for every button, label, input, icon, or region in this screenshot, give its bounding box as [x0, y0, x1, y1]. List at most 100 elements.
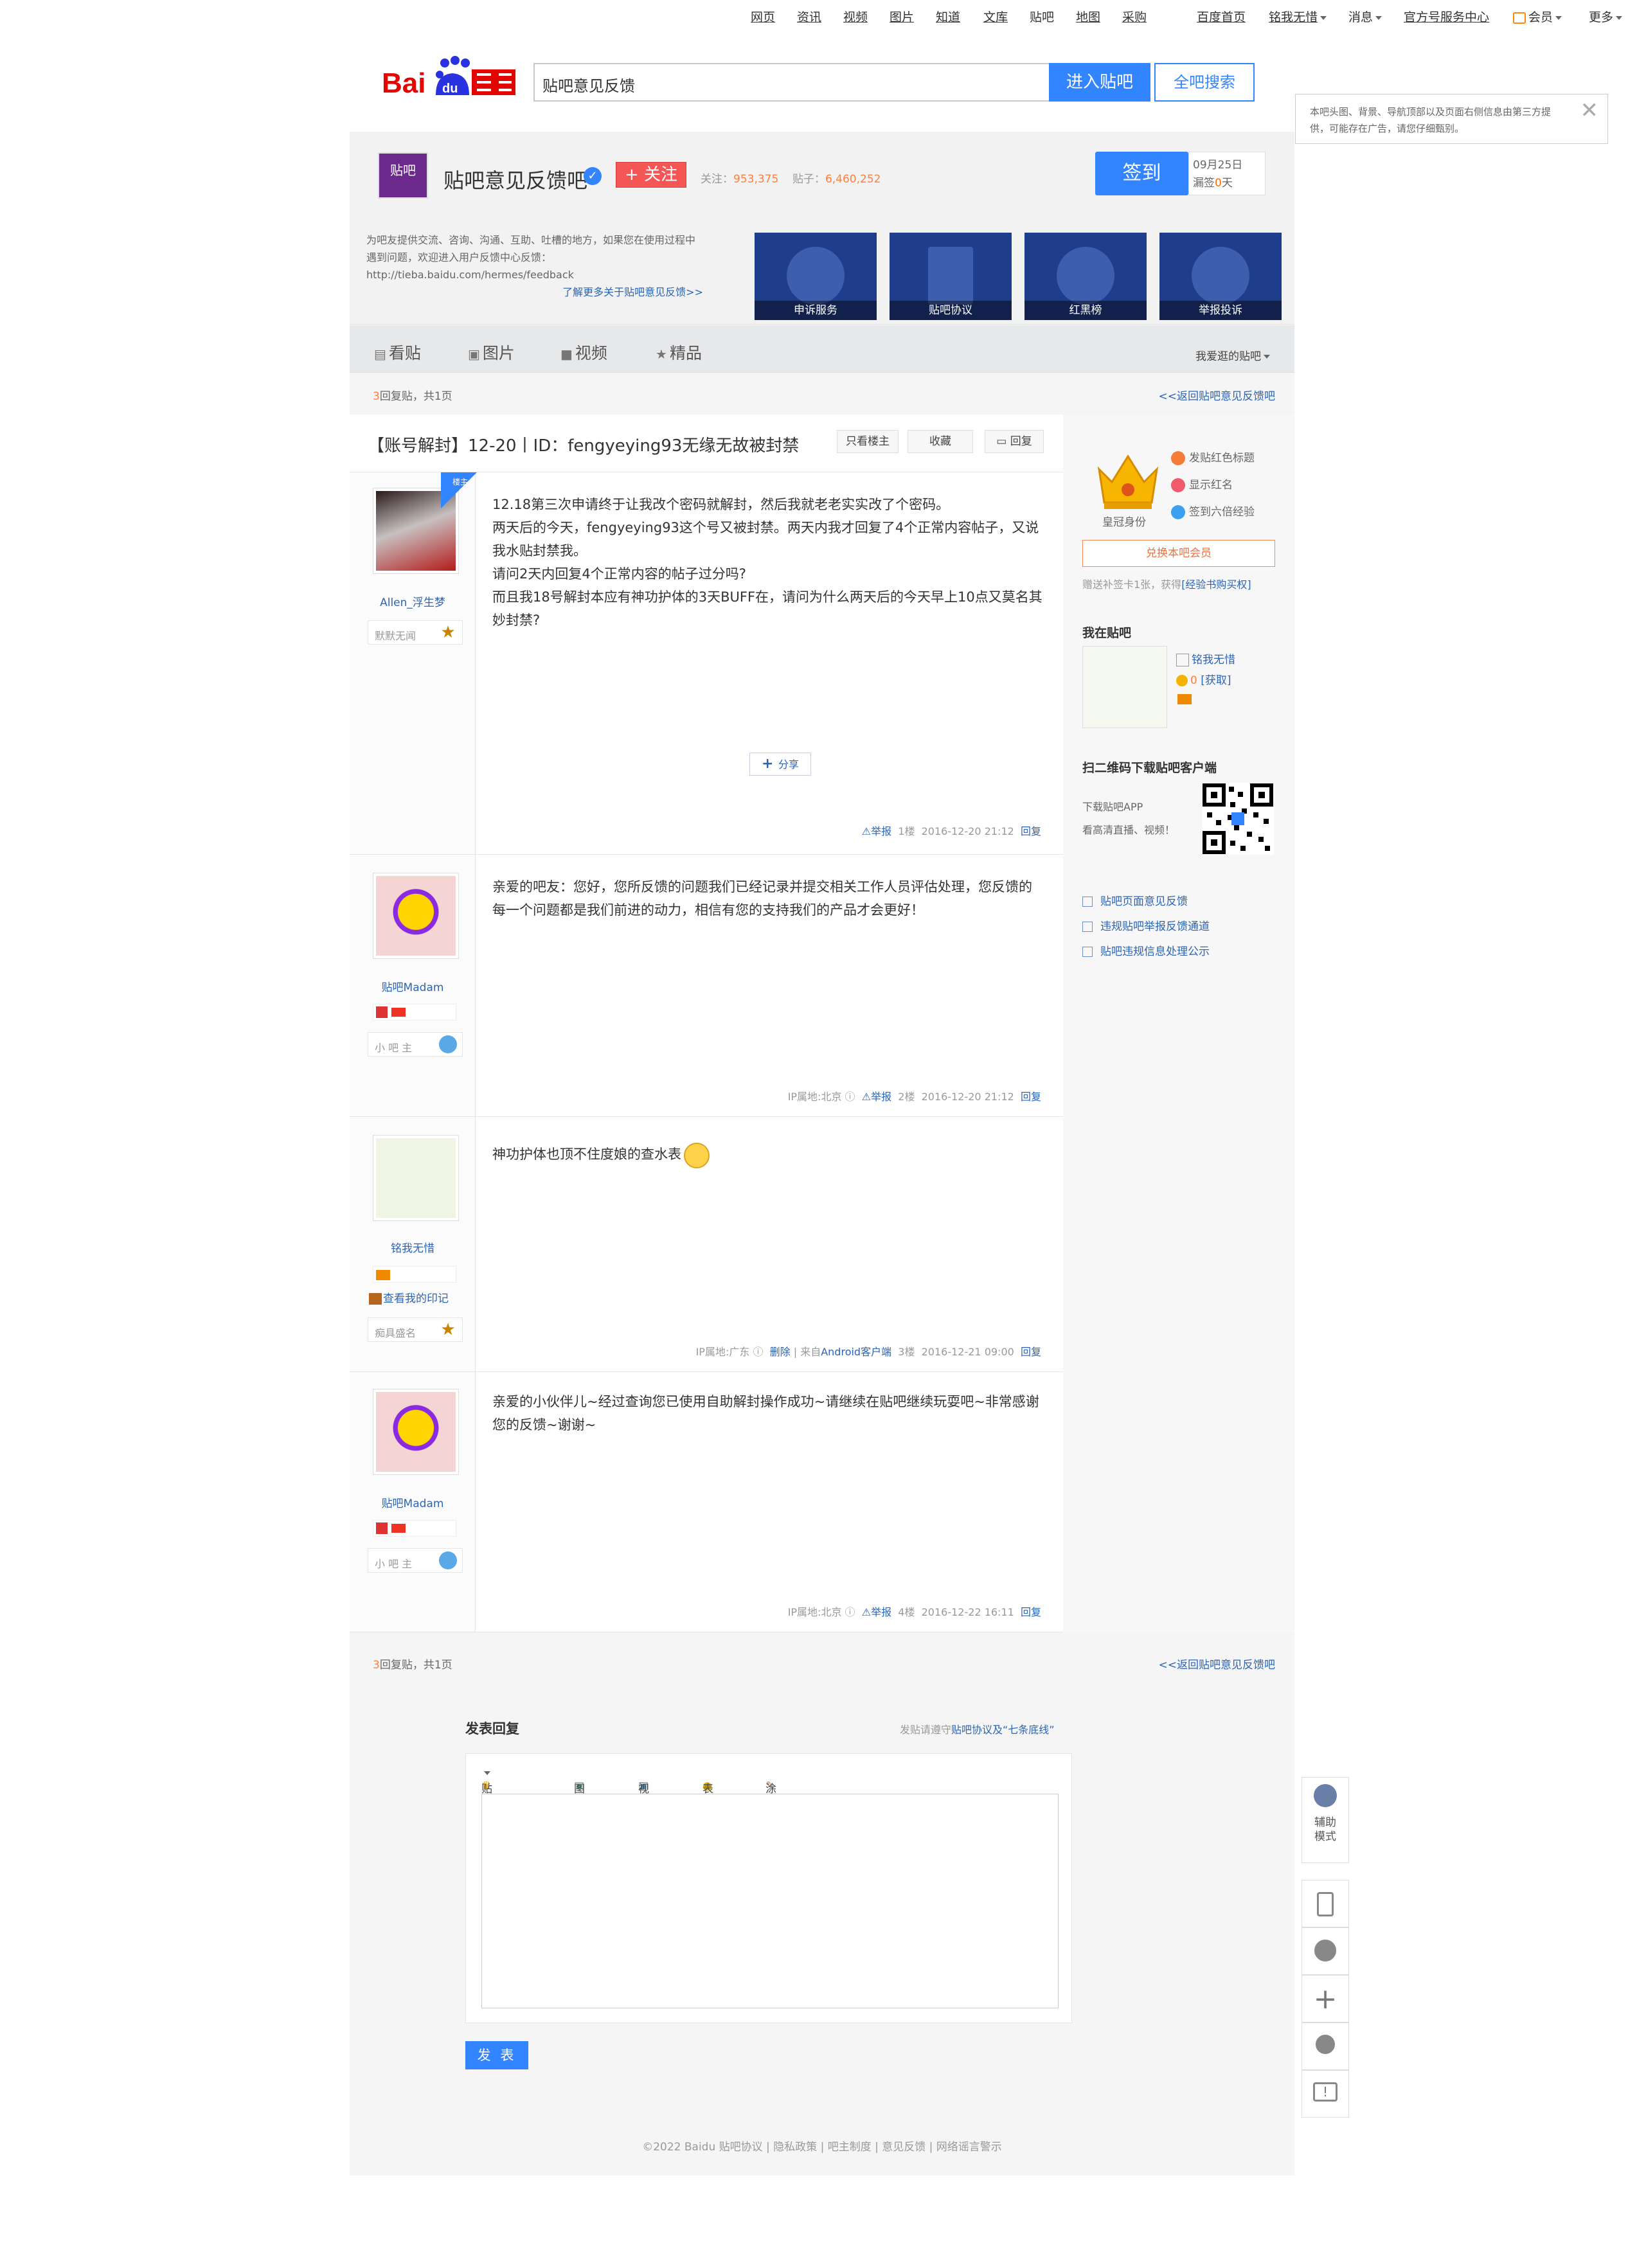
service-agreement[interactable]: 贴吧协议 [890, 233, 1012, 320]
nav-link-news[interactable]: 资讯 [797, 8, 821, 25]
report-link[interactable]: ⚠举报 [862, 1091, 891, 1103]
collect-button[interactable]: 收藏 [908, 430, 973, 453]
sign-card-info: 赠送补签卡1张，获得[经验书购买权] [1082, 576, 1251, 591]
level-badge[interactable]: 小 吧 主 [368, 1032, 463, 1057]
service-redblack-list[interactable]: 红黑榜 [1024, 233, 1147, 320]
back-to-forum-link[interactable]: <<返回贴吧意见反馈吧 [1159, 1656, 1276, 1672]
enter-forum-button[interactable]: 进入贴吧 [1049, 63, 1150, 102]
exp-book-link[interactable]: [经验书购买权] [1181, 578, 1251, 591]
floor-number: 3楼 [898, 1346, 915, 1358]
download-app-button[interactable] [1302, 1880, 1349, 1927]
follow-button[interactable]: + 关注 [616, 162, 686, 188]
report-channel-link[interactable]: 违规贴吧举报反馈通道 [1082, 917, 1210, 933]
my-name[interactable]: 铭我无惜 [1176, 650, 1235, 666]
nav-link-tieba[interactable]: 贴吧 [1030, 8, 1054, 25]
reply-link[interactable]: 回复 [1021, 1091, 1041, 1103]
nav-link-wenku[interactable]: 文库 [983, 8, 1008, 25]
report-label: 举报 [871, 1606, 892, 1618]
qr-code-icon[interactable] [1202, 783, 1274, 855]
author-name[interactable]: Allen_浮生梦 [350, 593, 476, 609]
member-menu[interactable]: 会员 [1513, 8, 1562, 25]
reply-link[interactable]: 回复 [1021, 825, 1041, 837]
report-link[interactable]: ⚠举报 [862, 825, 891, 837]
delete-link[interactable]: 删除 [770, 1346, 791, 1358]
baidu-home-link[interactable]: 百度首页 [1197, 8, 1246, 25]
feedback-link[interactable]: 贴吧页面意见反馈 [1082, 892, 1188, 908]
right-sidebar [1063, 415, 1294, 1632]
exchange-membership-button[interactable]: 兑换本吧会员 [1082, 540, 1275, 567]
forum-desc-link[interactable]: 了解更多关于贴吧意见反馈>> [366, 283, 703, 301]
chevron-down-icon [1555, 15, 1562, 20]
rules-link[interactable]: 贴吧协议及“七条底线” [951, 1724, 1055, 1736]
back-to-forum-link[interactable]: <<返回贴吧意见反馈吧 [1159, 387, 1276, 403]
my-avatar[interactable] [1082, 646, 1167, 728]
perk-sign-exp: 签到六倍经验 [1171, 503, 1255, 519]
nav-link-images[interactable]: 图片 [890, 8, 914, 25]
search-all-button[interactable]: 全吧搜索 [1154, 63, 1255, 102]
service-appeal[interactable]: 申诉服务 [755, 233, 877, 320]
author-name[interactable]: 贴吧Madam [350, 1494, 476, 1510]
nav-link-web[interactable]: 网页 [751, 8, 775, 25]
mascot-button[interactable] [1302, 1927, 1349, 1975]
view-marks-link[interactable]: 查看我的印记 [369, 1289, 449, 1305]
author-name[interactable]: 贴吧Madam [350, 978, 476, 994]
forum-name[interactable]: 贴吧意见反馈吧 [443, 165, 587, 194]
nav-link-zhidao[interactable]: 知道 [936, 8, 960, 25]
reply-textarea[interactable] [481, 1794, 1059, 2008]
bear-icon [1314, 1940, 1336, 1961]
author-name[interactable]: 铭我无惜 [350, 1239, 476, 1255]
avatar[interactable] [373, 1389, 459, 1475]
close-icon[interactable]: ✕ [1580, 100, 1599, 121]
level-badge[interactable]: 痴具盛名 ★ [368, 1317, 463, 1342]
level-title: 痴具盛名 [375, 1327, 416, 1339]
post-meta: IP属地:广东 ⓘ 删除 | 来自Android客户端 3楼 2016-12-2… [695, 1346, 1041, 1358]
get-coins-link[interactable]: [获取] [1201, 674, 1231, 687]
avatar[interactable] [373, 1135, 459, 1221]
share-button[interactable]: + 分享 [749, 753, 811, 776]
tab-posts[interactable]: ▤ 看贴 [374, 341, 421, 364]
submit-reply-button[interactable]: 发 表 [465, 2041, 528, 2069]
my-tieba-title: 我在贴吧 [1082, 626, 1132, 640]
my-forums-menu[interactable]: 我爱逛的贴吧 [1195, 347, 1270, 363]
qr-line-1: 下载贴吧APP [1082, 801, 1143, 813]
messages-menu[interactable]: 消息 [1348, 8, 1382, 25]
post-author-panel: 铭我无惜 查看我的印记 痴具盛名 ★ [350, 1117, 476, 1371]
forum-logo[interactable]: 贴吧 [378, 152, 428, 199]
user-icon [1176, 654, 1189, 666]
level-badge[interactable]: 默默无闻 ★ [368, 620, 463, 645]
nav-link-map[interactable]: 地图 [1076, 8, 1100, 25]
tab-images[interactable]: ▣ 图片 [468, 341, 515, 364]
user-menu[interactable]: 铭我无惜 [1269, 8, 1327, 25]
reply-link[interactable]: 回复 [1021, 1346, 1041, 1358]
only-owner-button[interactable]: 只看楼主 [837, 430, 899, 453]
thread-title: 【账号解封】12-20丨ID：fengyeying93无缘无故被封禁 [368, 436, 800, 456]
nav-link-purchase[interactable]: 采购 [1122, 8, 1147, 25]
official-service-link[interactable]: 官方号服务中心 [1404, 8, 1489, 25]
nav-link-video[interactable]: 视频 [843, 8, 868, 25]
report-link[interactable]: ⚠举报 [862, 1606, 891, 1618]
source-link[interactable]: Android客户端 [821, 1346, 891, 1358]
avatar[interactable] [373, 873, 459, 959]
reply-button-label: 回复 [1010, 435, 1032, 448]
post-floor-3: 铭我无惜 查看我的印记 痴具盛名 ★ 神功护体也顶不住度娘的查水表 IP属地:广东… [350, 1117, 1063, 1372]
service-report[interactable]: 举报投诉 [1159, 233, 1282, 320]
new-post-button[interactable]: + [1302, 1975, 1349, 2022]
sign-in-button[interactable]: 签到 [1095, 152, 1188, 195]
user-center-button[interactable] [1302, 2022, 1349, 2070]
assist-mode-button[interactable]: 辅助模式 [1302, 1777, 1349, 1863]
tab-featured[interactable]: ★ 精品 [656, 341, 702, 364]
search-input[interactable]: 贴吧意见反馈 [533, 63, 1049, 102]
top-nav: 网页 资讯 视频 图片 知道 文库 贴吧 地图 采购 百度首页 铭我无惜 消息 … [0, 0, 1646, 30]
violation-notice-link[interactable]: 贴吧违规信息处理公示 [1082, 942, 1210, 958]
reply-button[interactable]: ▭ 回复 [985, 430, 1044, 453]
feedback-button[interactable]: ! [1302, 2070, 1349, 2118]
flag-icon [391, 1524, 406, 1533]
sign-card-text: 赠送补签卡1张，获得 [1082, 578, 1182, 591]
tab-videos[interactable]: ■ 视频 [560, 341, 607, 364]
post-line: 亲爱的吧友：您好，您所反馈的问题我们已经记录并提交相关工作人员评估处理，您反馈的… [492, 879, 1032, 918]
baidu-tieba-logo[interactable]: Bai du [382, 55, 517, 100]
reply-link[interactable]: 回复 [1021, 1606, 1041, 1618]
more-menu[interactable]: 更多 [1589, 8, 1623, 25]
level-badge[interactable]: 小 吧 主 [368, 1548, 463, 1573]
privilege-tool[interactable]: ♛贴吧特权 [481, 1767, 492, 1844]
